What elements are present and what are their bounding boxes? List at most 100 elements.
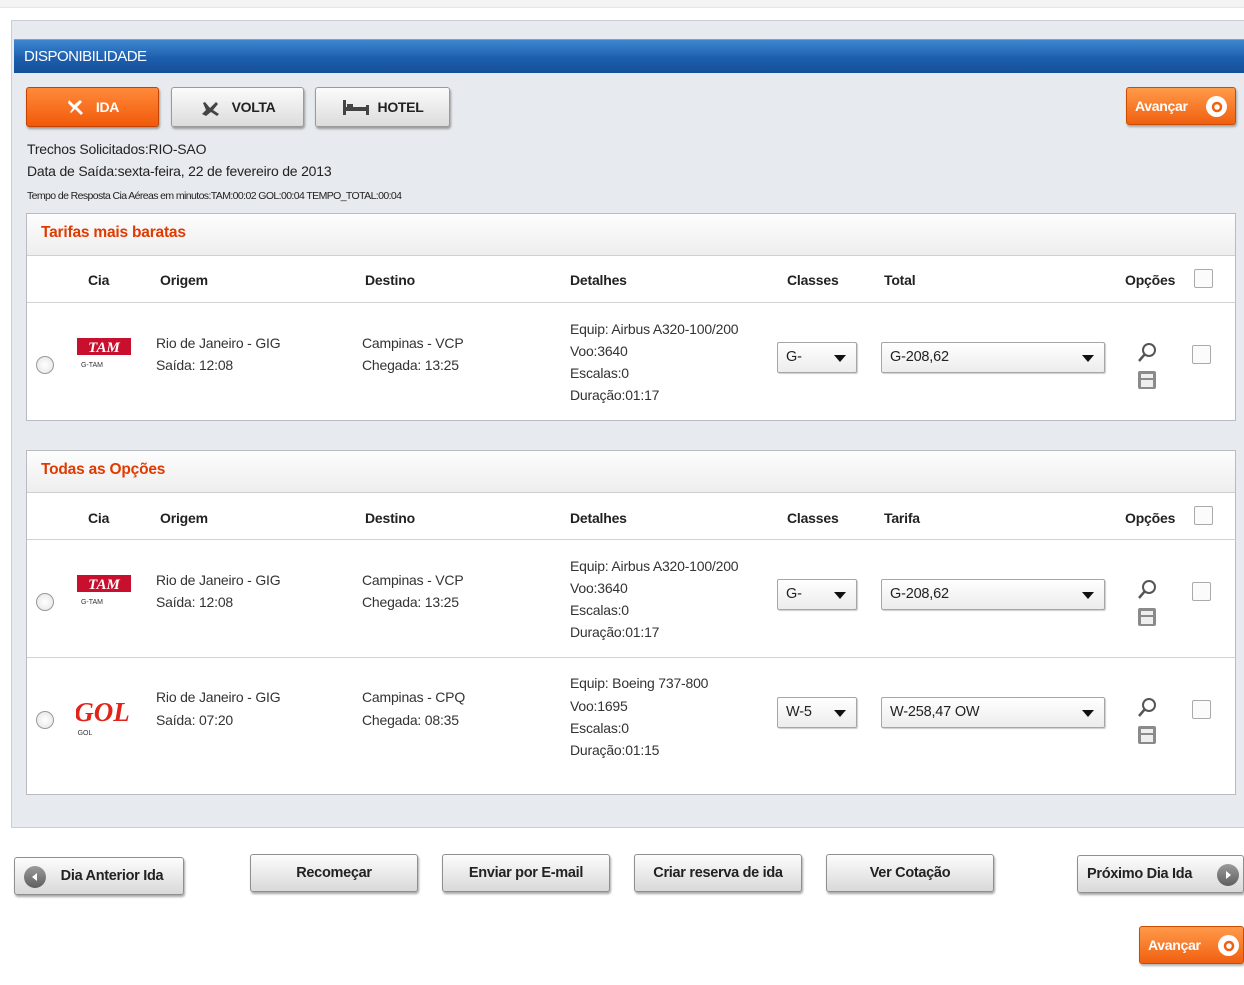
fare-select-value: G-208,62 (890, 349, 949, 365)
calculator-icon[interactable] (1137, 370, 1157, 395)
avancar-button-top[interactable]: Avançar (1126, 87, 1236, 125)
panel-header: DISPONIBILIDADE (14, 39, 1244, 73)
tab-ida[interactable]: IDA (26, 87, 159, 127)
arrow-left-circle-icon (24, 866, 46, 888)
escalas: Escalas:0 (570, 602, 629, 618)
select-flight-radio[interactable] (36, 711, 54, 729)
destino: Campinas - VCP (362, 335, 464, 351)
all-options-header-row: Cia Origem Destino Detalhes Classes Tari… (27, 494, 1235, 540)
dia-anterior-button[interactable]: Dia Anterior Ida (14, 857, 184, 895)
cheapest-title: Tarifas mais baratas (41, 224, 186, 241)
col-destino: Destino (365, 272, 415, 288)
chevron-down-icon (1082, 710, 1094, 717)
select-flight-radio[interactable] (36, 593, 54, 611)
col-tarifa: Tarifa (884, 510, 920, 526)
gol-code-text: GOL (78, 730, 93, 737)
ver-cotacao-button[interactable]: Ver Cotação (826, 854, 994, 892)
destino: Campinas - VCP (362, 572, 464, 588)
equip: Equip: Airbus A320-100/200 (570, 558, 739, 574)
chevron-down-icon (834, 710, 846, 717)
criar-reserva-button[interactable]: Criar reserva de ida (634, 854, 802, 892)
top-strip (0, 0, 1244, 8)
col-classes: Classes (787, 272, 839, 288)
escalas: Escalas:0 (570, 365, 629, 381)
equip: Equip: Boeing 737-800 (570, 675, 709, 691)
origem: Rio de Janeiro - GIG (156, 335, 281, 351)
recomecar-button[interactable]: Recomeçar (250, 854, 418, 892)
duracao: Duração:01:17 (570, 624, 660, 640)
proximo-dia-button[interactable]: Próximo Dia Ida (1077, 855, 1244, 893)
avancar-label: Avançar (1135, 98, 1188, 114)
enviar-email-button[interactable]: Enviar por E-mail (442, 854, 610, 892)
chevron-down-icon (834, 592, 846, 599)
fare-select-value: G-208,62 (890, 586, 949, 602)
select-all-checkbox[interactable] (1194, 506, 1213, 525)
all-options-section: Todas as Opções Cia Origem Destino Detal… (26, 450, 1236, 795)
search-icon[interactable] (1136, 342, 1158, 369)
avancar-button-bottom[interactable]: Avançar (1139, 926, 1244, 964)
col-detalhes: Detalhes (570, 510, 627, 526)
destino: Campinas - CPQ (362, 689, 466, 705)
tab-ida-label: IDA (95, 99, 120, 115)
voo: Voo:3640 (570, 343, 628, 359)
tam-code-text: G-TAM (81, 599, 103, 606)
plane-takeoff-icon (66, 97, 88, 117)
saida: Saída: 07:20 (156, 712, 233, 728)
recomecar-label: Recomeçar (296, 865, 372, 881)
select-all-checkbox[interactable] (1194, 269, 1213, 288)
duracao: Duração:01:15 (570, 742, 660, 758)
row-checkbox[interactable] (1192, 345, 1211, 364)
col-classes: Classes (787, 510, 839, 526)
saida: Saída: 12:08 (156, 594, 233, 610)
class-select-value: G- (786, 349, 802, 365)
class-select-value: W-5 (786, 704, 812, 720)
class-select[interactable]: W-5 (777, 697, 857, 728)
chegada: Chegada: 13:25 (362, 594, 459, 610)
tam-code-text: G-TAM (81, 362, 103, 369)
plane-landing-icon (200, 97, 224, 117)
col-cia: Cia (88, 272, 110, 288)
fare-select[interactable]: W-258,47 OW (881, 697, 1105, 728)
class-select[interactable]: G- (777, 342, 857, 373)
chevron-down-icon (1082, 592, 1094, 599)
chevron-down-icon (1082, 355, 1094, 362)
gol-logo-text: GOL (76, 697, 130, 727)
search-icon[interactable] (1136, 579, 1158, 606)
row-checkbox[interactable] (1192, 582, 1211, 601)
equip: Equip: Airbus A320-100/200 (570, 321, 739, 337)
table-row: TAM G-TAM Rio de Janeiro - GIG Saída: 12… (27, 541, 1235, 658)
chevron-down-icon (834, 355, 846, 362)
arrow-right-circle-icon (1218, 935, 1239, 956)
calculator-icon[interactable] (1137, 607, 1157, 632)
col-origem: Origem (160, 272, 208, 288)
trechos-solicitados: Trechos Solicitados:RIO-SAO (27, 141, 207, 157)
table-row: TAM G-TAM Rio de Janeiro - GIG Saída: 12… (27, 304, 1235, 421)
criar-reserva-label: Criar reserva de ida (653, 865, 783, 881)
fare-select[interactable]: G-208,62 (881, 579, 1105, 610)
arrow-right-circle-icon (1206, 96, 1227, 117)
tab-hotel-label: HOTEL (377, 99, 424, 115)
tam-logo: TAM G-TAM (76, 574, 132, 613)
origem: Rio de Janeiro - GIG (156, 572, 281, 588)
select-flight-radio[interactable] (36, 356, 54, 374)
bed-icon (342, 98, 370, 116)
cheapest-header-row: Cia Origem Destino Detalhes Classes Tota… (27, 257, 1235, 303)
tab-hotel[interactable]: HOTEL (315, 87, 450, 127)
tempo-resposta: Tempo de Resposta Cia Aéreas em minutos:… (27, 190, 402, 202)
fare-select[interactable]: G-208,62 (881, 342, 1105, 373)
calculator-icon[interactable] (1137, 725, 1157, 750)
tam-logo-text: TAM (88, 577, 120, 593)
class-select[interactable]: G- (777, 579, 857, 610)
ver-cotacao-label: Ver Cotação (869, 865, 951, 881)
search-icon[interactable] (1136, 697, 1158, 724)
tab-volta[interactable]: VOLTA (171, 87, 304, 127)
cheapest-fares-section: Tarifas mais baratas Cia Origem Destino … (26, 213, 1236, 421)
row-checkbox[interactable] (1192, 700, 1211, 719)
enviar-email-label: Enviar por E-mail (468, 865, 584, 881)
duracao: Duração:01:17 (570, 387, 660, 403)
dia-anterior-label: Dia Anterior Ida (60, 868, 164, 884)
voo: Voo:3640 (570, 580, 628, 596)
cheapest-title-bar: Tarifas mais baratas (27, 214, 1235, 256)
all-options-title-bar: Todas as Opções (27, 451, 1235, 493)
arrow-right-circle-icon (1217, 864, 1239, 886)
